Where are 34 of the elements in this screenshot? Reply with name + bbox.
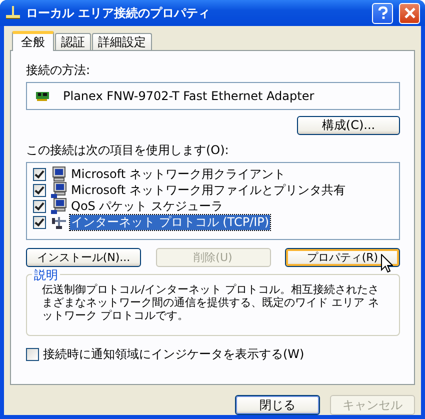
checkbox[interactable] — [33, 200, 46, 212]
list-item[interactable]: Microsoft ネットワーク用クライアント — [70, 166, 286, 182]
list-item[interactable]: インターネット プロトコル (TCP/IP) — [70, 214, 270, 230]
help-button[interactable] — [372, 2, 393, 24]
network-icon — [51, 214, 67, 230]
notify-checkbox-label[interactable]: 接続時に通知領域にインジケータを表示する(W) — [43, 346, 304, 363]
description-text: 伝送制御プロトコル/インターネット プロトコル。相互接続されたさまざまなネットワーク間の通信を提供する、既定のワイド エリア ネットワーク プロトコルです。 — [42, 283, 380, 322]
checkbox[interactable] — [33, 184, 46, 196]
close-button[interactable] — [399, 2, 420, 24]
window-title: ローカル エリア接続のプロパティ — [26, 4, 212, 22]
network-card-icon — [35, 90, 51, 102]
tab[interactable]: 認証 — [55, 33, 91, 50]
checkbox[interactable] — [26, 348, 39, 361]
configure-button[interactable]: 構成(C)... — [297, 116, 400, 135]
computer-icon — [51, 166, 67, 182]
adapter-name: Planex FNW-9702-T Fast Ethernet Adapter — [63, 89, 314, 103]
checkbox[interactable] — [33, 168, 46, 180]
network-icon — [5, 5, 21, 21]
list-item[interactable]: QoS パケット スケジューラ — [70, 198, 224, 214]
button[interactable]: インストール(N)... — [26, 248, 141, 267]
tab[interactable]: 詳細設定 — [92, 33, 152, 50]
close-icon — [402, 6, 416, 20]
connect-using-label: 接続の方法: — [26, 62, 92, 77]
mouse-cursor-icon — [381, 254, 393, 273]
components-label: この接続は次の項目を使用します(O): — [26, 142, 230, 157]
list-item[interactable]: Microsoft ネットワーク用ファイルとプリンタ共有 — [70, 182, 346, 198]
checkbox[interactable] — [33, 216, 46, 228]
button[interactable]: 閉じる — [235, 395, 320, 415]
computer-icon — [51, 182, 67, 198]
description-title: 説明 — [32, 267, 60, 284]
button[interactable]: プロパティ(R) — [285, 248, 400, 267]
computer-icon — [51, 198, 67, 214]
question-mark-icon — [376, 6, 390, 20]
tab[interactable]: 全般 — [12, 31, 54, 51]
